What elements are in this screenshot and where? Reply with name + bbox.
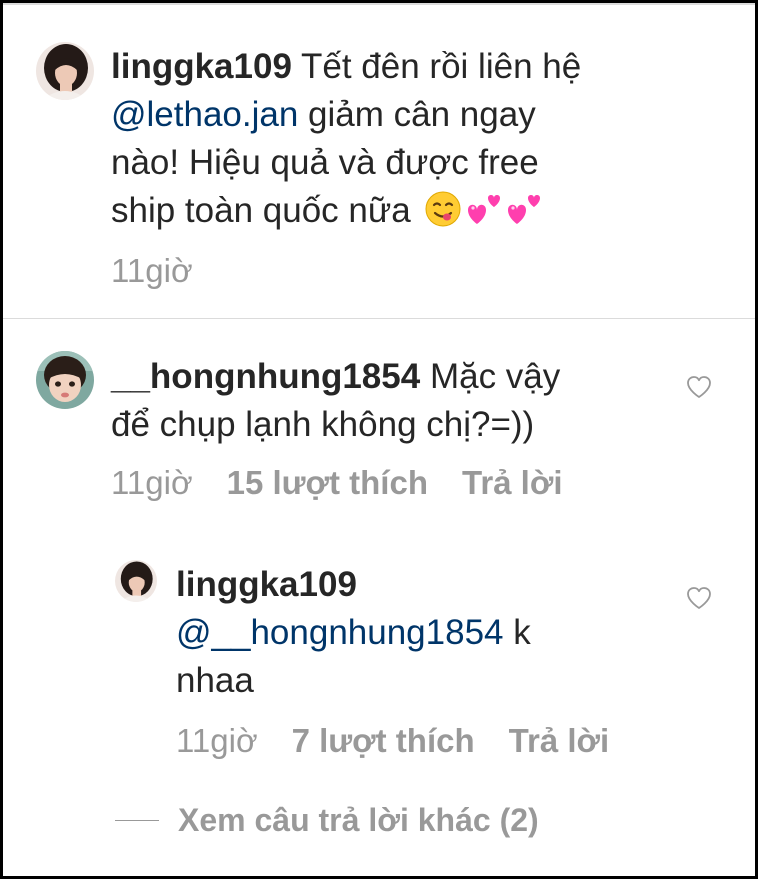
avatar-photo (115, 560, 157, 602)
caption-line4: ship toàn quốc nữa (111, 191, 421, 230)
caption-text: linggka109 Tết đên rồi liên hệ @lethao.j… (111, 43, 671, 235)
avatar-photo (36, 42, 94, 100)
comment-username[interactable]: __hongnhung1854 (111, 357, 420, 396)
view-more-line (115, 820, 159, 821)
comment-text: __hongnhung1854 Mặc vậy để chụp lạnh khô… (111, 353, 671, 449)
top-divider (3, 3, 755, 5)
caption-meta: 11giờ (111, 251, 193, 291)
two-hearts-emoji-icon (466, 192, 502, 228)
comments-panel: linggka109 Tết đên rồi liên hệ @lethao.j… (0, 0, 758, 879)
two-hearts-emoji-icon (506, 192, 542, 228)
reply-mention[interactable]: @__hongnhung1854 (176, 613, 504, 652)
view-more-replies-button[interactable]: Xem câu trả lời khác (2) (178, 800, 539, 840)
avatar-photo (36, 351, 94, 409)
avatar-linggka109-reply[interactable] (115, 560, 157, 602)
yum-emoji-icon (424, 190, 462, 228)
caption-line2-rest: giảm cân ngay (298, 95, 536, 134)
comment-reply-button[interactable]: Trả lời (462, 463, 563, 503)
reply-username[interactable]: linggka109 (176, 561, 656, 609)
caption-username[interactable]: linggka109 (111, 47, 292, 86)
caption-timestamp: 11giờ (111, 252, 193, 289)
view-more-label: Xem câu trả lời khác (2) (178, 802, 539, 838)
heart-icon (687, 376, 711, 398)
comment-likes-link[interactable]: 15 lượt thích (227, 463, 428, 503)
reply-meta: 11giờ 7 lượt thích Trả lời (176, 721, 609, 761)
avatar-linggka109[interactable] (36, 42, 94, 100)
caption-divider (3, 318, 755, 319)
avatar-hongnhung1854[interactable] (36, 351, 94, 409)
comment-line1-rest: Mặc vậy (420, 357, 561, 396)
reply-timestamp: 11giờ (176, 722, 258, 759)
like-reply-button[interactable] (686, 586, 712, 610)
heart-icon (687, 587, 711, 609)
reply-text: linggka109 @__hongnhung1854 k nhaa (176, 561, 656, 705)
caption-line1: Tết đên rồi liên hệ (301, 47, 582, 86)
reply-line1-rest: k (503, 613, 531, 652)
caption-mention[interactable]: @lethao.jan (111, 95, 298, 134)
reply-reply-button[interactable]: Trả lời (509, 721, 610, 761)
comment-meta: 11giờ 15 lượt thích Trả lời (111, 463, 562, 503)
like-comment-button[interactable] (686, 375, 712, 399)
comment-line2: để chụp lạnh không chị?=)) (111, 405, 535, 444)
comment-timestamp: 11giờ (111, 464, 193, 501)
reply-line2: nhaa (176, 661, 254, 700)
reply-likes-link[interactable]: 7 lượt thích (292, 721, 475, 761)
caption-line3: nào! Hiệu quả và được free (111, 143, 539, 182)
